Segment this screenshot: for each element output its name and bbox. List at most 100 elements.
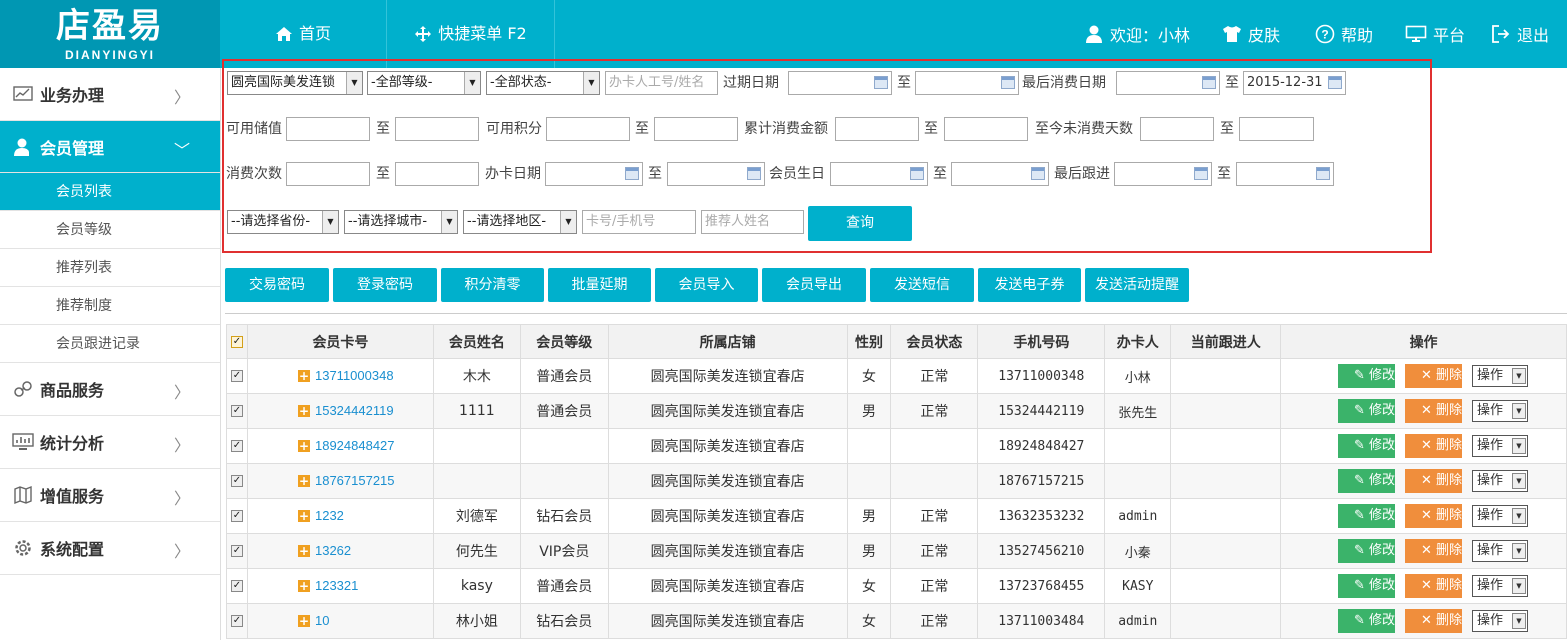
level-select[interactable]: -全部等级- ▼ — [367, 71, 481, 95]
edit-button[interactable]: ✎ 修改 — [1338, 609, 1395, 633]
sidebar-sub-referral-policy[interactable]: 推荐制度 — [0, 287, 220, 325]
sidebar-item-goods[interactable]: 商品服务 〉 — [0, 363, 220, 416]
op-select[interactable]: 操作 ▼ — [1472, 400, 1528, 422]
card-date-end[interactable] — [667, 162, 765, 186]
edit-button[interactable]: ✎ 修改 — [1338, 504, 1395, 528]
row-select-cell[interactable]: ✓ — [226, 463, 248, 499]
row-select-cell[interactable]: ✓ — [226, 358, 248, 394]
sidebar-sub-referral-list[interactable]: 推荐列表 — [0, 249, 220, 287]
calendar-icon[interactable] — [625, 167, 639, 180]
expand-plus-icon[interactable]: + — [297, 405, 310, 417]
help-button[interactable]: ? 帮助 — [1315, 0, 1373, 68]
row-select-cell[interactable]: ✓ — [226, 498, 248, 534]
op-select[interactable]: 操作 ▼ — [1472, 505, 1528, 527]
card-number-link[interactable]: 10 — [315, 613, 329, 628]
available-balance-max[interactable] — [395, 117, 479, 141]
total-consume-max[interactable] — [944, 117, 1028, 141]
edit-button[interactable]: ✎ 修改 — [1338, 469, 1395, 493]
expire-date-end[interactable] — [915, 71, 1019, 95]
row-checkbox[interactable]: ✓ — [230, 370, 243, 382]
op-select[interactable]: 操作 ▼ — [1472, 470, 1528, 492]
sidebar-sub-member-level[interactable]: 会员等级 — [0, 211, 220, 249]
logout-button[interactable]: 退出 — [1491, 0, 1549, 68]
card-number-link[interactable]: 13262 — [315, 543, 351, 558]
op-select[interactable]: 操作 ▼ — [1472, 610, 1528, 632]
delete-button[interactable]: ✕ 删除 — [1405, 469, 1462, 493]
consume-count-min[interactable] — [286, 162, 370, 186]
card-number-link[interactable]: 13711000348 — [315, 368, 394, 383]
delete-button[interactable]: ✕ 删除 — [1405, 504, 1462, 528]
last-follow-start[interactable] — [1114, 162, 1212, 186]
consume-count-max[interactable] — [395, 162, 479, 186]
send-event-reminder-button[interactable]: 发送活动提醒 — [1085, 268, 1189, 302]
calendar-icon[interactable] — [1202, 76, 1216, 89]
staff-input[interactable]: 办卡人工号/姓名 — [605, 71, 718, 95]
card-date-start[interactable] — [545, 162, 643, 186]
calendar-icon[interactable] — [1194, 167, 1208, 180]
sidebar-item-member-mgmt[interactable]: 会员管理 ﹀ — [0, 121, 220, 173]
delete-button[interactable]: ✕ 删除 — [1405, 609, 1462, 633]
edit-button[interactable]: ✎ 修改 — [1338, 364, 1395, 388]
sidebar-item-stats[interactable]: 统计分析 〉 — [0, 416, 220, 469]
expand-plus-icon[interactable]: + — [297, 615, 310, 627]
member-import-button[interactable]: 会员导入 — [655, 268, 758, 302]
last-follow-end[interactable] — [1236, 162, 1334, 186]
edit-button[interactable]: ✎ 修改 — [1338, 539, 1395, 563]
batch-extend-button[interactable]: 批量延期 — [548, 268, 651, 302]
delete-button[interactable]: ✕ 删除 — [1405, 539, 1462, 563]
calendar-icon[interactable] — [1316, 167, 1330, 180]
expire-date-start[interactable] — [788, 71, 892, 95]
select-all-cell[interactable]: ✓ — [226, 324, 248, 359]
row-checkbox[interactable]: ✓ — [230, 440, 243, 452]
row-select-cell[interactable]: ✓ — [226, 603, 248, 639]
expand-plus-icon[interactable]: + — [297, 580, 310, 592]
total-consume-min[interactable] — [835, 117, 919, 141]
card-number-link[interactable]: 18924848427 — [315, 438, 395, 453]
row-select-cell[interactable]: ✓ — [226, 428, 248, 464]
card-number-link[interactable]: 18767157215 — [315, 473, 395, 488]
member-export-button[interactable]: 会员导出 — [762, 268, 866, 302]
op-select[interactable]: 操作 ▼ — [1472, 365, 1528, 387]
op-select[interactable]: 操作 ▼ — [1472, 435, 1528, 457]
card-number-link[interactable]: 123321 — [315, 578, 358, 593]
delete-button[interactable]: ✕ 删除 — [1405, 434, 1462, 458]
days-since-min[interactable] — [1140, 117, 1214, 141]
calendar-icon[interactable] — [747, 167, 761, 180]
nav-home[interactable]: 首页 — [220, 0, 387, 68]
nav-quick-menu[interactable]: 快捷菜单 F2 — [387, 0, 555, 68]
row-checkbox[interactable]: ✓ — [230, 475, 243, 487]
available-points-min[interactable] — [546, 117, 630, 141]
last-consume-date-end[interactable]: 2015-12-31 — [1243, 71, 1346, 95]
birthday-end[interactable] — [951, 162, 1049, 186]
row-checkbox[interactable]: ✓ — [230, 615, 243, 627]
province-select[interactable]: --请选择省份- ▼ — [227, 210, 339, 234]
store-select[interactable]: 圆亮国际美发连锁 ▼ — [227, 71, 363, 95]
expand-plus-icon[interactable]: + — [297, 370, 310, 382]
row-checkbox[interactable]: ✓ — [230, 405, 243, 417]
op-select[interactable]: 操作 ▼ — [1472, 540, 1528, 562]
edit-button[interactable]: ✎ 修改 — [1338, 399, 1395, 423]
calendar-icon[interactable] — [874, 76, 888, 89]
referrer-input[interactable]: 推荐人姓名 — [701, 210, 804, 234]
sidebar-sub-member-list[interactable]: 会员列表 — [0, 173, 220, 211]
welcome-user[interactable]: 欢迎：小林 — [1084, 0, 1190, 68]
clear-points-button[interactable]: 积分清零 — [441, 268, 544, 302]
sidebar-item-system[interactable]: 系统配置 〉 — [0, 522, 220, 575]
expand-plus-icon[interactable]: + — [297, 475, 310, 487]
last-consume-date-start[interactable] — [1116, 71, 1220, 95]
expand-plus-icon[interactable]: + — [297, 545, 310, 557]
card-number-link[interactable]: 15324442119 — [315, 403, 394, 418]
row-select-cell[interactable]: ✓ — [226, 568, 248, 604]
district-select[interactable]: --请选择地区- ▼ — [463, 210, 577, 234]
edit-button[interactable]: ✎ 修改 — [1338, 434, 1395, 458]
delete-button[interactable]: ✕ 删除 — [1405, 399, 1462, 423]
city-select[interactable]: --请选择城市- ▼ — [344, 210, 458, 234]
row-select-cell[interactable]: ✓ — [226, 533, 248, 569]
status-select[interactable]: -全部状态- ▼ — [486, 71, 600, 95]
row-checkbox[interactable]: ✓ — [230, 580, 243, 592]
delete-button[interactable]: ✕ 删除 — [1405, 574, 1462, 598]
sidebar-sub-follow-records[interactable]: 会员跟进记录 — [0, 325, 220, 363]
calendar-icon[interactable] — [1001, 76, 1015, 89]
calendar-icon[interactable] — [1328, 76, 1342, 89]
skin-button[interactable]: 皮肤 — [1222, 0, 1280, 68]
